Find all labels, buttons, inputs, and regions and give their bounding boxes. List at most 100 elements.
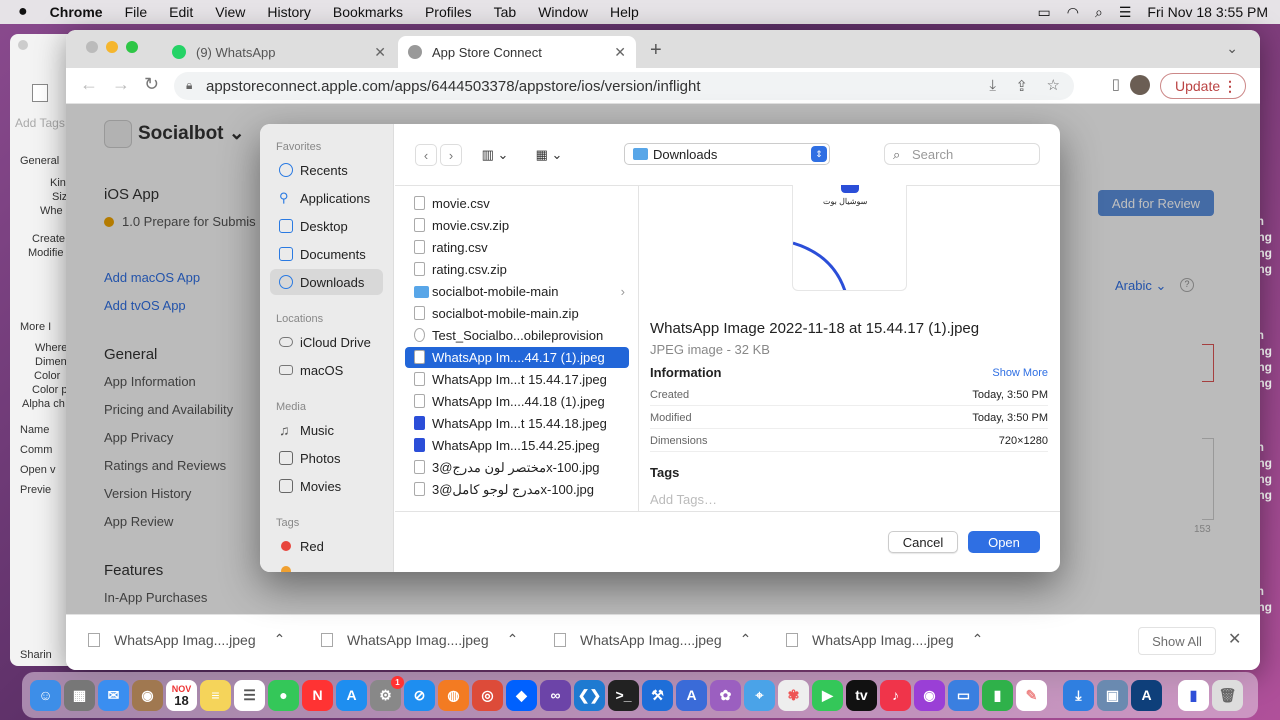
add-tags-input[interactable]: Add Tags… [650,492,717,507]
window-close-button[interactable] [86,41,98,53]
menu-view[interactable]: View [204,4,256,20]
forward-icon[interactable]: › [440,144,462,166]
list-item[interactable]: movie.csv.zip [405,215,629,236]
sidebar-item-music[interactable]: ♫ Music [270,417,383,443]
label[interactable]: Name [20,424,49,436]
wifi-icon[interactable]: ◠ [1067,4,1079,21]
open-button[interactable]: Open [968,531,1040,553]
reminders-icon[interactable]: ☰ [234,679,265,711]
news-icon[interactable]: N [302,679,333,711]
menu-tab[interactable]: Tab [483,4,528,20]
window-minimize-button[interactable] [106,41,118,53]
terminal-icon[interactable]: >_ [608,679,639,711]
menu-clock[interactable]: Fri Nov 18 3:55 PM [1147,4,1268,20]
dropbox-icon[interactable]: ◆ [506,679,537,711]
finder-icon[interactable]: ☺ [30,679,61,711]
numbers-icon[interactable]: ▮ [982,679,1013,711]
tab-whatsapp[interactable]: (9) WhatsApp ✕ [162,36,396,68]
update-button[interactable]: Update ⋮ [1160,73,1246,99]
forward-icon[interactable]: → [112,74,130,95]
close-icon[interactable]: ✕ [614,44,626,61]
messages-icon[interactable]: ● [268,679,299,711]
list-item[interactable]: rating.csv.zip [405,259,629,280]
avatar[interactable] [1130,75,1150,95]
list-item[interactable]: rating.csv [405,237,629,258]
window-zoom-button[interactable] [126,41,138,53]
input-source-icon[interactable]: ▭ [1038,4,1051,21]
chevron-up-icon[interactable]: ⌃ [507,631,519,648]
grid-view-icon[interactable]: ▦ ⌄ [528,144,570,166]
list-item[interactable]: movie.csv [405,193,629,214]
calendar-icon[interactable]: NOV 18 [166,679,197,711]
add-tags-field[interactable]: Add Tags [15,116,65,130]
address-bar[interactable]: 🔒︎ appstoreconnect.apple.com/apps/644450… [174,72,1074,100]
menu-file[interactable]: File [114,4,159,20]
label[interactable]: Comm [20,444,52,456]
download-item[interactable]: WhatsApp Imag....jpeg ⌃ [88,631,285,648]
tab-app-store-connect[interactable]: App Store Connect ✕ [398,36,636,68]
back-icon[interactable]: ‹ [415,144,437,166]
sidebar-item-photos[interactable]: Photos [270,445,383,471]
menu-help[interactable]: Help [599,4,650,20]
install-icon[interactable]: ⤓ [989,77,996,94]
chrome-icon[interactable]: ◎ [472,679,503,711]
list-item[interactable]: مختصر لون مدرج@3x-100.jpg [405,457,629,478]
menu-bookmarks[interactable]: Bookmarks [322,4,414,20]
apple-menu-icon[interactable]: ● [0,3,39,21]
control-center-icon[interactable]: ☰ [1119,4,1132,21]
reload-icon[interactable]: ↻ [144,74,159,95]
show-all-button[interactable]: Show All [1138,627,1216,655]
sidebar-item-icloud-drive[interactable]: iCloud Drive [270,329,383,355]
preview-window-icon[interactable]: ▮ [1178,679,1209,711]
safari-icon[interactable]: ⊘ [404,679,435,711]
sidebar-item-tag-red[interactable]: Red [270,533,383,559]
column-view-icon[interactable]: ▥ ⌄ [474,144,516,166]
sidebar-item-applications[interactable]: ⚲ Applications [270,185,383,211]
back-icon[interactable]: ← [80,74,98,95]
label[interactable]: General [20,155,59,167]
chevron-up-icon[interactable]: ⌃ [740,631,752,648]
system-settings-icon[interactable]: ⚙ 1 [370,675,404,711]
label[interactable]: Sharin [20,649,52,661]
list-item[interactable]: WhatsApp Im...15.44.25.jpeg [405,435,629,456]
notes-icon[interactable]: ≡ [200,679,231,711]
close-icon[interactable] [18,40,28,50]
downloads-folder-icon[interactable]: ⤓ [1063,679,1094,711]
menu-app-name[interactable]: Chrome [39,4,114,20]
list-item[interactable]: Test_Socialbo...obileprovision [405,325,629,346]
sidebar-item-movies[interactable]: Movies [270,473,383,499]
screenshot-icon[interactable]: ▣ [1097,679,1128,711]
visual-studio-icon[interactable]: ∞ [540,679,571,711]
menu-history[interactable]: History [256,4,322,20]
contacts-icon[interactable]: ◉ [132,679,163,711]
list-item[interactable]: socialbot-mobile-main › [405,281,629,302]
new-tab-icon[interactable]: + [650,39,662,62]
list-item[interactable]: مدرج لوجو كامل@3x-100.jpg [405,479,629,500]
sidebar-item-recents[interactable]: Recents [270,157,383,183]
app-store-icon[interactable]: A [336,679,367,711]
mail-icon[interactable]: ✉ [98,679,129,711]
pages-icon[interactable]: ✎ [1016,679,1047,711]
download-item[interactable]: WhatsApp Imag....jpeg ⌃ [786,631,983,648]
sidebar-item-documents[interactable]: Documents [270,241,383,267]
maps-icon[interactable]: ⌖ [744,679,775,711]
vscode-icon[interactable]: ❮❯ [574,679,605,711]
menu-profiles[interactable]: Profiles [414,4,483,20]
close-icon[interactable]: ✕ [1228,629,1241,649]
download-item[interactable]: WhatsApp Imag....jpeg ⌃ [554,631,751,648]
menu-edit[interactable]: Edit [158,4,204,20]
list-item-selected[interactable]: WhatsApp Im....44.17 (1).jpeg [405,347,629,368]
firefox-icon[interactable]: ◍ [438,679,469,711]
music-icon[interactable]: ♪ [880,679,911,711]
launchpad-icon[interactable]: ▦ [64,679,95,711]
flower-app-icon[interactable]: ✿ [710,679,741,711]
share-icon[interactable]: ⇪ [1015,77,1028,95]
label[interactable]: Previe [20,484,51,496]
photos-icon[interactable]: ✾ [778,679,809,711]
chevron-up-icon[interactable]: ⌃ [972,631,984,648]
download-item[interactable]: WhatsApp Imag....jpeg ⌃ [321,631,518,648]
label[interactable]: More I [20,321,51,333]
sidebar-item-downloads[interactable]: Downloads [270,269,383,295]
side-panel-icon[interactable]: ▯ [1112,75,1120,93]
sidebar-item-desktop[interactable]: Desktop [270,213,383,239]
